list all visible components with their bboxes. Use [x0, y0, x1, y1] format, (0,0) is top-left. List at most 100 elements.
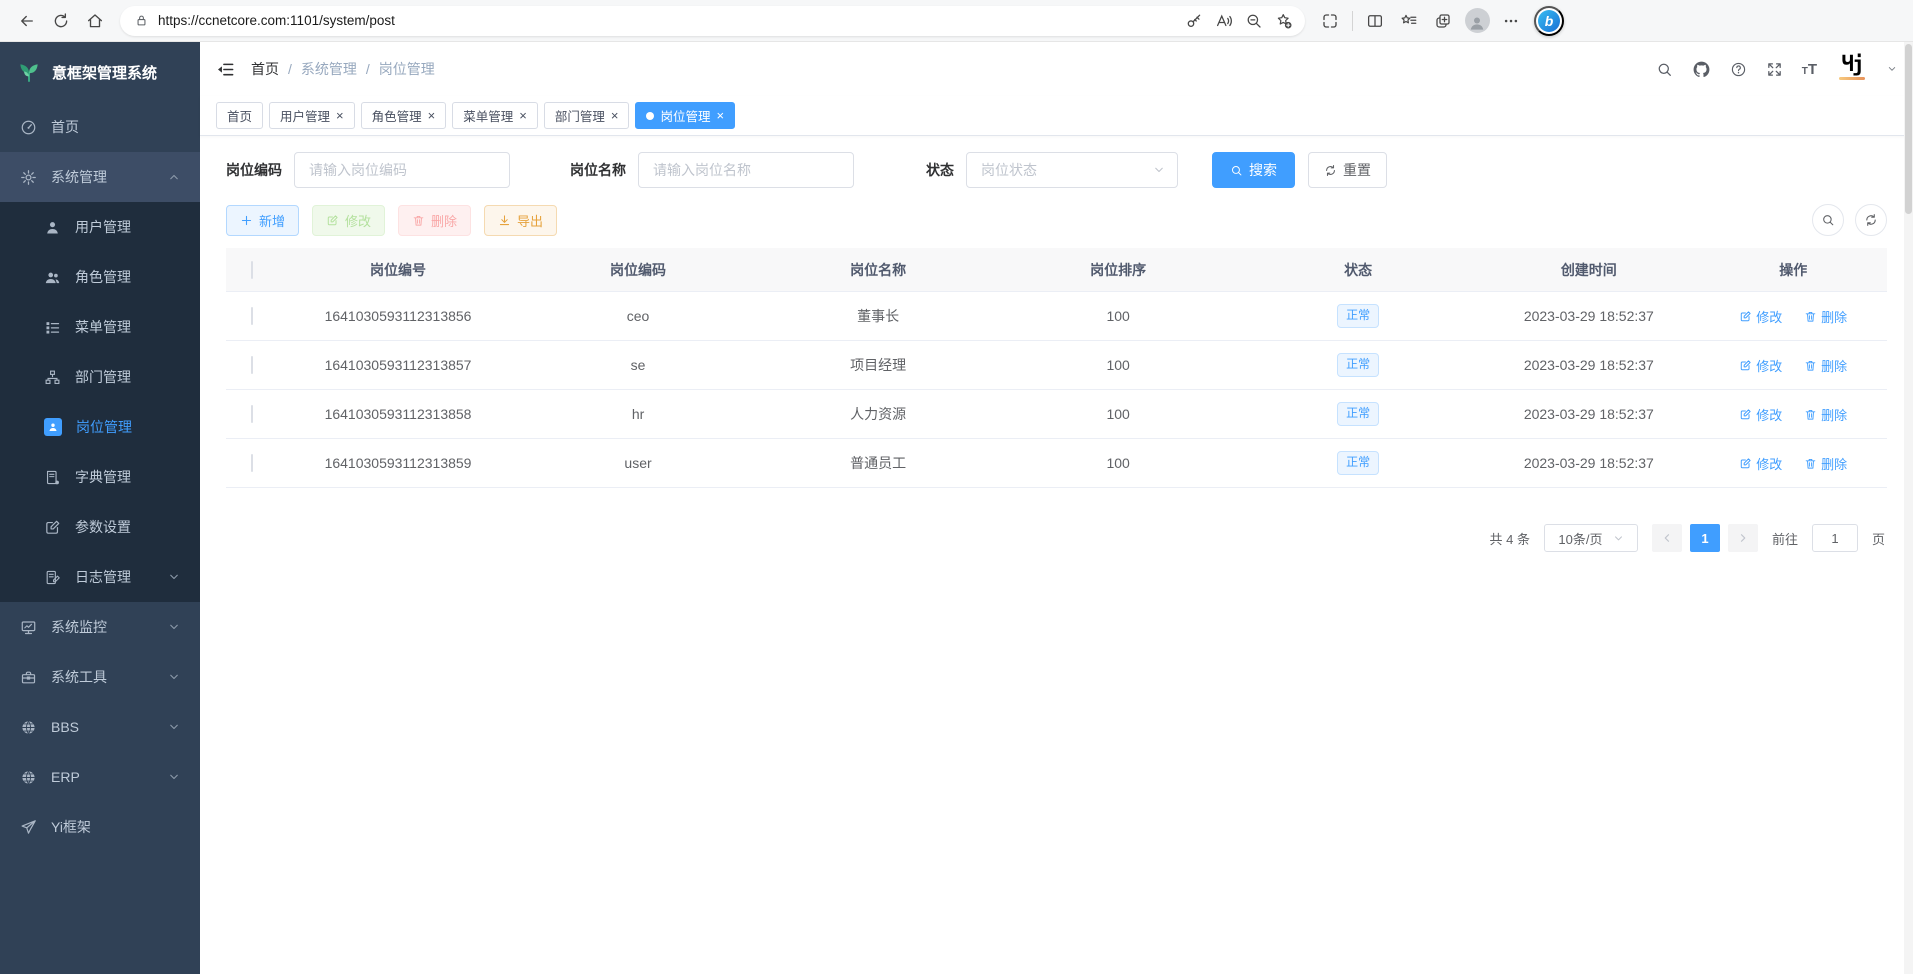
breadcrumb-system[interactable]: 系统管理 — [301, 59, 357, 79]
user-avatar-logo[interactable]: Чj — [1836, 54, 1868, 84]
row-delete-link[interactable]: 删除 — [1804, 454, 1847, 473]
active-tab-dot — [646, 112, 654, 120]
tab-label: 岗位管理 — [660, 106, 710, 125]
sidebar-item-tools[interactable]: 系统工具 — [0, 652, 200, 702]
fullscreen-icon[interactable] — [1766, 61, 1783, 78]
read-aloud-icon[interactable] — [1209, 7, 1239, 35]
table-row: 1641030593112313857 se 项目经理 100 正常 2023-… — [226, 341, 1887, 390]
row-checkbox[interactable] — [251, 454, 253, 472]
prev-page-button[interactable] — [1652, 524, 1682, 552]
sidebar-item-yi-framework[interactable]: Yi框架 — [0, 802, 200, 852]
extensions-icon[interactable] — [1313, 4, 1347, 38]
sidebar-item-home[interactable]: 首页 — [0, 102, 200, 152]
sidebar-item-monitor[interactable]: 系统监控 — [0, 602, 200, 652]
row-delete-link[interactable]: 删除 — [1804, 405, 1847, 424]
sidebar-item-bbs[interactable]: BBS — [0, 702, 200, 752]
close-tab-icon[interactable]: × — [519, 109, 527, 122]
row-checkbox[interactable] — [251, 307, 253, 325]
close-tab-icon[interactable]: × — [716, 109, 724, 122]
status-select-placeholder: 岗位状态 — [981, 160, 1037, 180]
search-button[interactable]: 搜索 — [1212, 152, 1295, 188]
app-title: 意框架管理系统 — [52, 62, 157, 83]
sidebar-item-dict-mgmt[interactable]: 字典管理 — [0, 452, 200, 502]
row-edit-link[interactable]: 修改 — [1739, 356, 1782, 375]
scrollbar-thumb[interactable] — [1905, 44, 1912, 214]
sidebar-item-dept-mgmt[interactable]: 部门管理 — [0, 352, 200, 402]
sidebar-item-role-mgmt[interactable]: 角色管理 — [0, 252, 200, 302]
bing-chat-icon[interactable]: b — [1534, 6, 1564, 36]
breadcrumb-home[interactable]: 首页 — [251, 59, 279, 79]
sidebar-item-system[interactable]: 系统管理 — [0, 152, 200, 202]
browser-home-button[interactable] — [78, 4, 112, 38]
refresh-table-button[interactable] — [1855, 204, 1887, 236]
toggle-search-button[interactable] — [1812, 204, 1844, 236]
split-screen-icon[interactable] — [1358, 4, 1392, 38]
trash-icon — [1804, 408, 1817, 421]
sidebar-item-post-mgmt[interactable]: 岗位管理 — [0, 402, 200, 452]
chevron-down-icon — [1613, 533, 1624, 544]
collapse-sidebar-icon[interactable] — [216, 60, 235, 79]
zoom-out-icon[interactable] — [1239, 7, 1269, 35]
sidebar-item-user-mgmt[interactable]: 用户管理 — [0, 202, 200, 252]
export-button[interactable]: 导出 — [484, 205, 557, 236]
browser-back-button[interactable] — [10, 4, 44, 38]
close-tab-icon[interactable]: × — [611, 109, 619, 122]
close-tab-icon[interactable]: × — [428, 109, 436, 122]
goto-page-input[interactable] — [1812, 524, 1858, 552]
tab-role-mgmt[interactable]: 角色管理× — [361, 102, 447, 129]
close-tab-icon[interactable]: × — [336, 109, 344, 122]
browser-refresh-button[interactable] — [44, 4, 78, 38]
trash-icon — [1804, 359, 1817, 372]
collections-icon[interactable] — [1426, 4, 1460, 38]
sidebar-item-erp[interactable]: ERP — [0, 752, 200, 802]
tab-bar: 首页 用户管理× 角色管理× 菜单管理× 部门管理× 岗位管理 × — [200, 96, 1913, 136]
vertical-scrollbar[interactable] — [1904, 42, 1913, 974]
status-badge: 正常 — [1337, 402, 1379, 426]
add-favorite-icon[interactable] — [1269, 7, 1299, 35]
favorites-icon[interactable] — [1392, 4, 1426, 38]
breadcrumb-post[interactable]: 岗位管理 — [379, 59, 435, 79]
post-name-input[interactable] — [638, 152, 854, 188]
status-select[interactable]: 岗位状态 — [966, 152, 1178, 188]
add-button[interactable]: 新增 — [226, 205, 299, 236]
edit-button[interactable]: 修改 — [312, 205, 385, 236]
browser-profile-avatar[interactable] — [1460, 4, 1494, 38]
reset-button[interactable]: 重置 — [1308, 152, 1387, 188]
search-icon — [1821, 213, 1835, 227]
row-checkbox[interactable] — [251, 405, 253, 423]
tab-user-mgmt[interactable]: 用户管理× — [269, 102, 355, 129]
avatar-caret-icon[interactable] — [1887, 64, 1897, 74]
select-all-checkbox[interactable] — [251, 261, 253, 279]
next-page-button[interactable] — [1728, 524, 1758, 552]
sidebar-item-param-settings[interactable]: 参数设置 — [0, 502, 200, 552]
add-button-label: 新增 — [259, 211, 285, 230]
row-edit-link[interactable]: 修改 — [1739, 454, 1782, 473]
help-icon[interactable] — [1730, 61, 1747, 78]
sidebar-item-menu-mgmt[interactable]: 菜单管理 — [0, 302, 200, 352]
github-icon[interactable] — [1692, 60, 1711, 79]
row-checkbox[interactable] — [251, 356, 253, 374]
url-text[interactable]: https://ccnetcore.com:1101/system/post — [158, 13, 1179, 28]
tab-home[interactable]: 首页 — [216, 102, 263, 129]
row-delete-link[interactable]: 删除 — [1804, 356, 1847, 375]
delete-button[interactable]: 删除 — [398, 205, 471, 236]
search-icon[interactable] — [1656, 61, 1673, 78]
tab-post-mgmt[interactable]: 岗位管理 × — [635, 102, 735, 129]
row-edit-link[interactable]: 修改 — [1739, 307, 1782, 326]
row-delete-link[interactable]: 删除 — [1804, 307, 1847, 326]
sidebar-item-log-mgmt[interactable]: 日志管理 — [0, 552, 200, 602]
tab-menu-mgmt[interactable]: 菜单管理× — [452, 102, 538, 129]
edit-icon — [1739, 457, 1752, 470]
font-size-icon[interactable]: TT — [1802, 62, 1817, 77]
page-number-button[interactable]: 1 — [1690, 524, 1720, 552]
cell-post-name: 董事长 — [758, 306, 998, 326]
browser-toolbar: https://ccnetcore.com:1101/system/post b — [0, 0, 1913, 42]
chevron-down-icon — [168, 721, 180, 733]
row-edit-link[interactable]: 修改 — [1739, 405, 1782, 424]
address-bar[interactable]: https://ccnetcore.com:1101/system/post — [120, 6, 1305, 36]
post-code-input[interactable] — [294, 152, 510, 188]
browser-menu-icon[interactable] — [1494, 4, 1528, 38]
tab-dept-mgmt[interactable]: 部门管理× — [544, 102, 630, 129]
password-key-icon[interactable] — [1179, 7, 1209, 35]
page-size-select[interactable]: 10条/页 — [1544, 524, 1638, 552]
